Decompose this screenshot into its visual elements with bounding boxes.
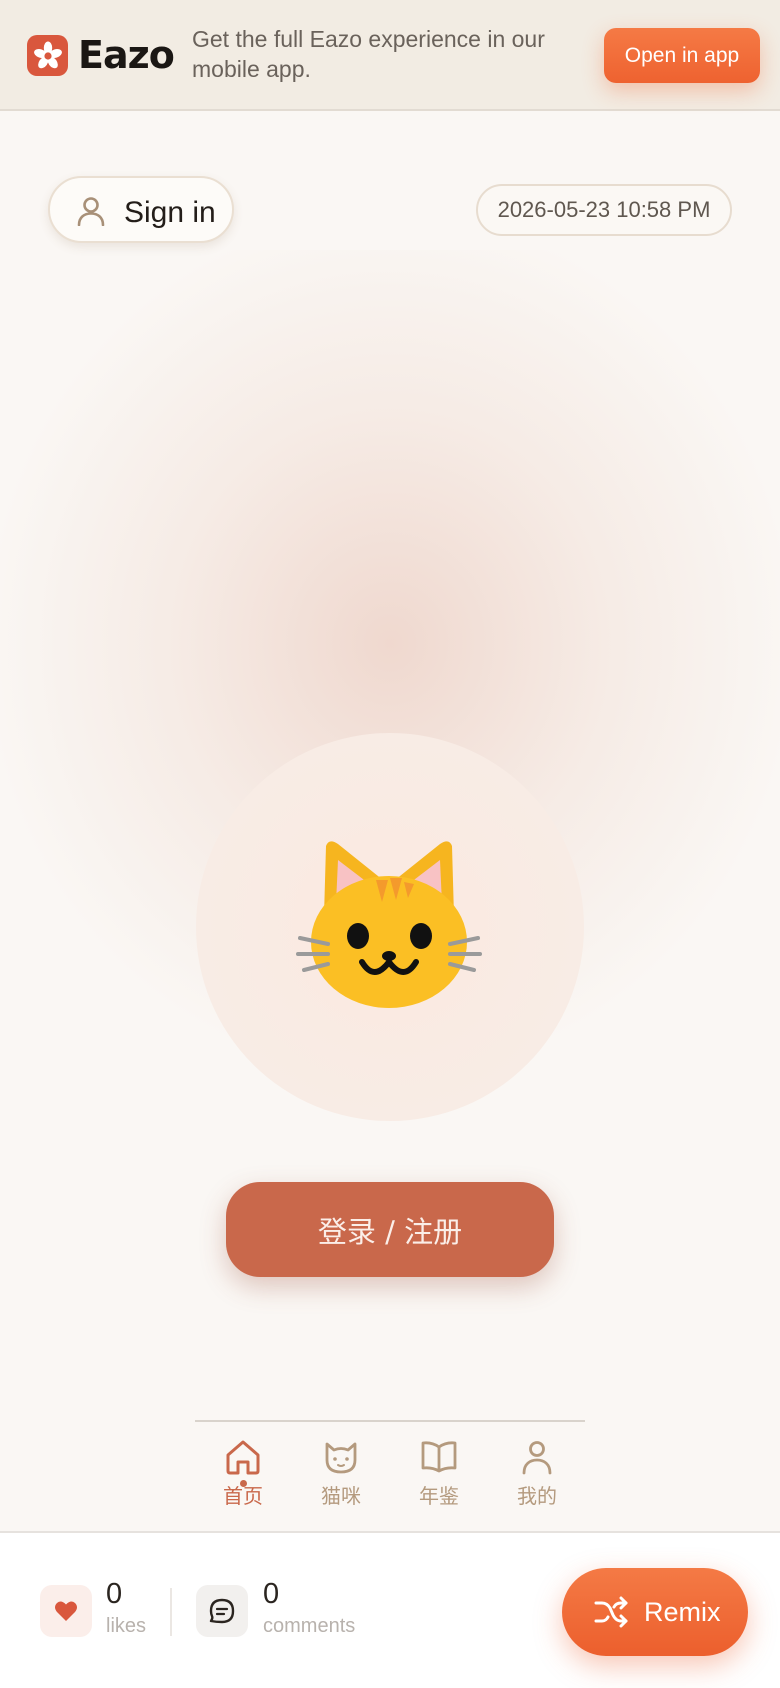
open-in-app-button[interactable]: Open in app [604, 28, 760, 83]
remix-label: Remix [644, 1597, 721, 1627]
tab-cats[interactable]: 猫咪 [306, 1438, 376, 1510]
remix-button[interactable]: Remix [562, 1568, 748, 1656]
datetime-badge: 2026-05-23 10:58 PM [476, 184, 732, 236]
home-icon [226, 1440, 260, 1475]
user-icon [77, 197, 105, 226]
user-icon [522, 1441, 552, 1475]
login-register-button[interactable]: 登录 / 注册 [226, 1182, 554, 1277]
stat-divider [170, 1588, 172, 1636]
eazo-logo-icon [27, 35, 68, 76]
app-promo-banner: Eazo Get the full Eazo experience in our… [0, 0, 780, 111]
shuffle-icon [594, 1596, 628, 1628]
tab-cats-label: 猫咪 [321, 1484, 361, 1508]
heart-icon [55, 1601, 77, 1621]
likes-label: likes [106, 1615, 147, 1637]
cat-icon [325, 1442, 357, 1474]
tab-profile[interactable]: 我的 [502, 1438, 572, 1510]
sign-in-label: Sign in [124, 196, 216, 229]
cat-face-icon [296, 841, 482, 1008]
tab-yearbook-label: 年鉴 [419, 1484, 459, 1508]
likes-count: 0 [106, 1578, 123, 1610]
tab-bar-divider [195, 1420, 585, 1422]
comment-icon [209, 1598, 235, 1624]
eazo-wordmark: Eazo [78, 33, 175, 77]
comments-label: comments [263, 1615, 356, 1637]
like-button[interactable] [40, 1585, 92, 1637]
tab-home[interactable]: 首页 [208, 1438, 278, 1510]
comment-button[interactable] [196, 1585, 248, 1637]
tab-profile-label: 我的 [517, 1484, 557, 1508]
book-icon [421, 1441, 457, 1473]
banner-message: Get the full Eazo experience in our mobi… [192, 26, 545, 82]
active-tab-indicator [240, 1480, 247, 1487]
tab-yearbook[interactable]: 年鉴 [404, 1438, 474, 1510]
sign-in-button[interactable]: Sign in [48, 176, 234, 243]
comments-count: 0 [263, 1578, 280, 1610]
